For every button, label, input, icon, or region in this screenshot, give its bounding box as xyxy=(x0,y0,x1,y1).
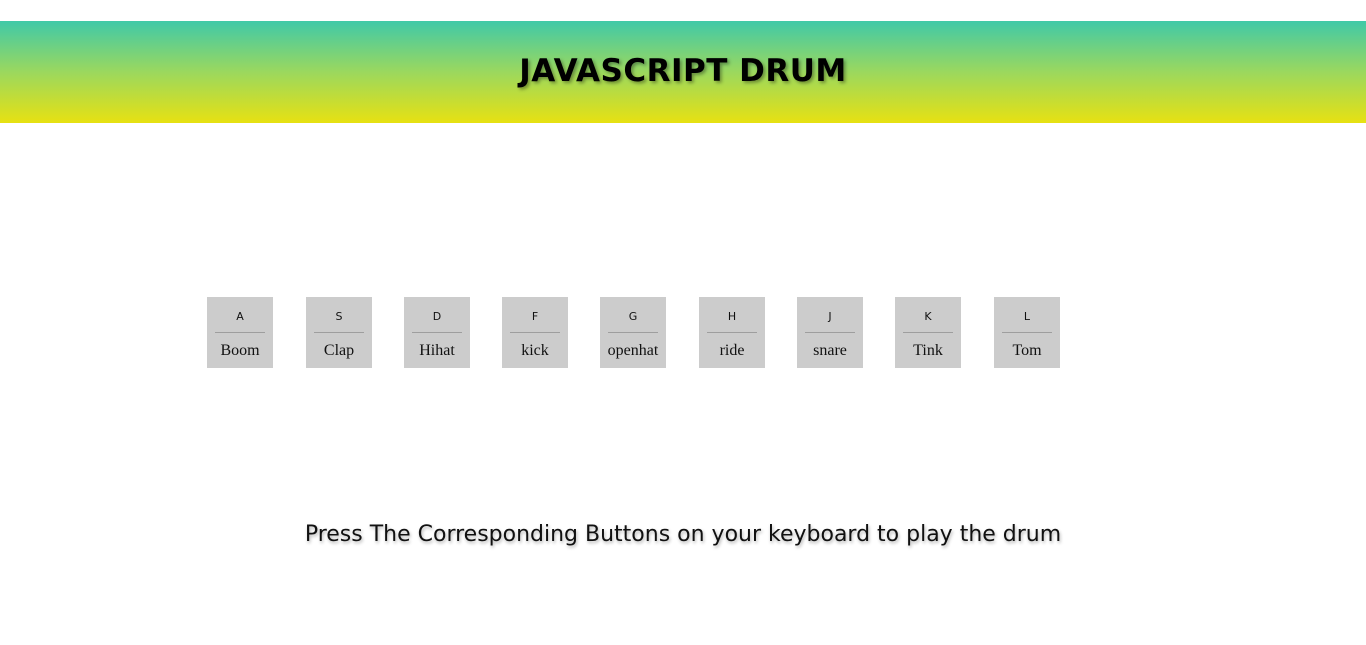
key-sound-label: Tom xyxy=(1012,342,1042,359)
key-divider xyxy=(1002,332,1052,333)
drum-key-l[interactable]: L Tom xyxy=(994,297,1060,368)
drum-key-j[interactable]: J snare xyxy=(797,297,863,368)
key-divider xyxy=(903,332,953,333)
key-divider xyxy=(314,332,364,333)
drum-key-f[interactable]: F kick xyxy=(502,297,568,368)
key-letter: J xyxy=(828,310,832,323)
key-sound-label: Boom xyxy=(220,342,260,359)
key-divider xyxy=(510,332,560,333)
key-divider xyxy=(412,332,462,333)
key-letter: D xyxy=(432,310,442,323)
key-letter: S xyxy=(335,310,343,323)
drum-key-d[interactable]: D Hihat xyxy=(404,297,470,368)
key-letter: F xyxy=(531,310,539,323)
key-divider xyxy=(707,332,757,333)
key-sound-label: snare xyxy=(813,342,847,359)
drum-key-h[interactable]: H ride xyxy=(699,297,765,368)
key-sound-label: openhat xyxy=(607,342,659,359)
key-letter: A xyxy=(236,310,244,323)
key-sound-label: kick xyxy=(521,342,549,359)
key-letter: H xyxy=(727,310,737,323)
header-banner: JAVASCRIPT DRUM xyxy=(0,21,1366,123)
key-letter: L xyxy=(1023,310,1031,323)
key-sound-label: ride xyxy=(719,342,745,359)
key-letter: G xyxy=(628,310,638,323)
drum-key-k[interactable]: K Tink xyxy=(895,297,961,368)
key-divider xyxy=(215,332,265,333)
instructions-text: Press The Corresponding Buttons on your … xyxy=(304,522,1062,547)
drum-key-g[interactable]: G openhat xyxy=(600,297,666,368)
page-title: JAVASCRIPT DRUM xyxy=(519,53,847,89)
drum-key-s[interactable]: S Clap xyxy=(306,297,372,368)
key-sound-label: Hihat xyxy=(419,342,455,359)
key-sound-label: Clap xyxy=(323,342,355,359)
drum-key-a[interactable]: A Boom xyxy=(207,297,273,368)
key-sound-label: Tink xyxy=(913,342,943,359)
key-divider xyxy=(805,332,855,333)
key-divider xyxy=(608,332,658,333)
key-letter: K xyxy=(924,310,932,323)
